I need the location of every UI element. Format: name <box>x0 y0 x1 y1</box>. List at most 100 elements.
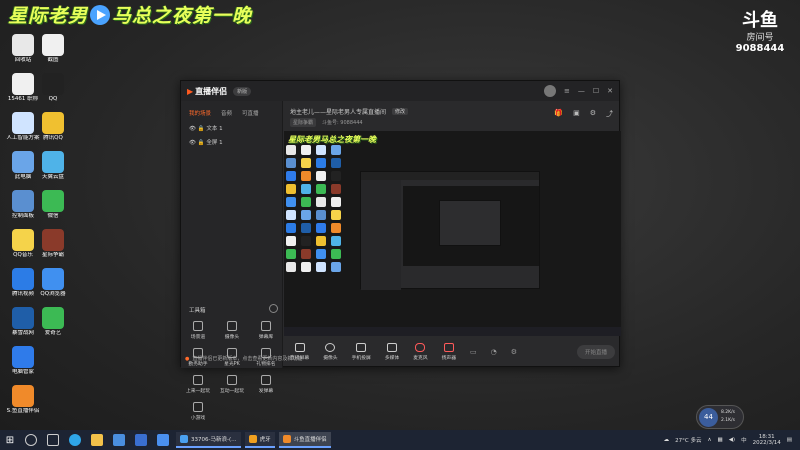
network-speed-widget[interactable]: 44 8.2K/s 2.1K/s <box>696 405 744 429</box>
ime-icon[interactable]: 中 <box>741 436 747 444</box>
scene-item-text[interactable]: 👁 🔒 文本 1 <box>181 121 282 135</box>
scene-item-fullscreen[interactable]: 👁 🔒 全屏 1 <box>181 135 282 149</box>
start-live-button[interactable]: 开始直播 <box>576 345 615 359</box>
menu-icon[interactable]: ≡ <box>564 87 570 95</box>
tool-label: 摄像头 <box>224 335 240 340</box>
file-explorer-icon[interactable] <box>91 434 103 446</box>
camera-button[interactable]: 摄像头 <box>323 343 338 361</box>
weather-text[interactable]: 27°C 多云 <box>675 436 701 444</box>
desktop-icon[interactable]: 15461 职称 <box>6 73 40 102</box>
mail-icon[interactable] <box>135 434 147 446</box>
app-icon <box>12 190 34 212</box>
tool-item[interactable]: 弹幕库 <box>249 317 283 344</box>
preview-mini-icon <box>331 249 341 259</box>
stream-preview[interactable]: 星际老男马总之夜第一晚 <box>284 131 621 336</box>
preview-mini-icon <box>286 171 296 181</box>
desktop-icon[interactable]: 爱奇艺 <box>36 307 70 336</box>
task-item-huya[interactable]: 虎牙 <box>244 432 275 448</box>
preview-mini-icon <box>316 197 326 207</box>
tool-item[interactable]: 小游戏 <box>181 398 215 425</box>
tab-live[interactable]: 可直播 <box>242 109 259 117</box>
preview-mini-icon <box>301 249 311 259</box>
desktop-icon[interactable]: 腾讯视频 <box>6 268 40 297</box>
stream-title-right: 马总之夜第一晚 <box>112 5 253 27</box>
upload-rate: 8.2K/s <box>721 410 735 415</box>
desktop-icon[interactable]: S.鱼直播伴侣 <box>6 385 40 414</box>
clock[interactable]: 18:31 2022/3/14 <box>753 434 781 446</box>
task-item-chat[interactable]: 33706-马新浪-(… <box>176 432 241 448</box>
qq-browser-icon[interactable] <box>157 434 169 446</box>
stream-companion-window: 直播伴侣 新版 ≡ — ☐ ✕ 我的场景 音频 可直播 👁 🔒 文本 1 👁 🔒… <box>180 80 621 421</box>
close-icon[interactable]: ✕ <box>607 87 613 95</box>
edge-icon[interactable] <box>69 434 81 446</box>
avatar[interactable] <box>543 85 556 97</box>
search-icon[interactable] <box>25 434 37 446</box>
room-label: 房间号 <box>746 33 774 43</box>
gear-icon[interactable]: ⚙ <box>511 348 517 356</box>
toolbox-toggle-icon[interactable] <box>269 304 278 313</box>
speaker-button[interactable]: 扬声器 <box>442 343 456 361</box>
preview-mini-icon <box>331 236 341 246</box>
notification-icon[interactable]: ▤ <box>787 437 792 443</box>
tool-item[interactable]: 上来一起玩 <box>181 371 215 398</box>
tool-item[interactable]: 发弹幕 <box>249 371 283 398</box>
volume-icon[interactable]: ◀) <box>729 437 735 443</box>
tab-audio[interactable]: 音频 <box>221 109 232 117</box>
desktop-icon-label: 电脑管家 <box>11 369 34 375</box>
tool-item[interactable]: 互动一起玩 <box>215 371 249 398</box>
record-screen-icon[interactable]: ▭ <box>470 348 477 356</box>
windows-start-icon[interactable]: ⊞ <box>0 435 20 446</box>
edit-title-button[interactable]: 修改 <box>392 108 409 115</box>
store-icon[interactable] <box>113 434 125 446</box>
gift-icon[interactable]: 🎁 <box>554 109 563 119</box>
tool-item[interactable]: 场景道 <box>181 317 215 344</box>
stream-title-left: 星际老男 <box>8 5 89 27</box>
desktop-icon[interactable]: QQ <box>36 73 70 102</box>
category-button[interactable]: 星际争霸 <box>290 118 317 127</box>
phone-cast-button[interactable]: 手机投屏 <box>352 343 371 361</box>
settings-icon[interactable]: ⚙ <box>590 109 596 119</box>
tool-item[interactable]: 摄像头 <box>215 317 249 344</box>
desktop-icon[interactable]: 回收站 <box>6 34 40 63</box>
desktop-icon[interactable]: QQ浏览器 <box>36 268 70 297</box>
desktop-icon[interactable]: 控制面板 <box>6 190 40 219</box>
desktop-icon[interactable]: QQ音乐 <box>6 229 40 258</box>
desktop-icon-label: 腾讯QQ <box>43 135 63 141</box>
timer-icon[interactable]: ◔ <box>491 348 497 356</box>
update-notice[interactable]: 直播伴侣已更新版本，点击查看更新内容及新功能 <box>185 355 302 362</box>
desktop-icon[interactable]: 人工智能方案 <box>6 112 40 141</box>
maximize-icon[interactable]: ☐ <box>593 87 599 95</box>
desktop-icon[interactable]: 星际争霸 <box>36 229 70 258</box>
desktop-icon[interactable]: 暴雪战网 <box>6 307 40 336</box>
media-button[interactable]: 多媒体 <box>385 343 399 361</box>
room-meta-row: 星际争霸 斗鱼号: 9088444 <box>284 118 621 127</box>
version-badge[interactable]: 新版 <box>233 86 252 96</box>
task-view-icon[interactable] <box>47 434 59 446</box>
preview-nested-window <box>360 171 540 290</box>
preview-mini-icon <box>316 236 326 246</box>
desktop-icon[interactable]: 天翼云盘 <box>36 151 70 180</box>
app-icon <box>12 385 34 407</box>
app-icon <box>12 268 34 290</box>
desktop-icon[interactable]: 腾讯QQ <box>36 112 70 141</box>
tray-arrow-icon[interactable]: ∧ <box>707 437 711 443</box>
desktop-icon[interactable]: 此电脑 <box>6 151 40 180</box>
preview-mini-icon <box>316 249 326 259</box>
microphone-button[interactable]: 麦克风 <box>413 343 428 361</box>
task-item-companion[interactable]: 斗鱼直播伴侣 <box>278 432 331 448</box>
desktop-icon-label: 15461 职称 <box>7 96 39 102</box>
preview-mini-icon <box>316 145 326 155</box>
record-icon[interactable]: ▣ <box>573 109 580 119</box>
desktop-icon[interactable]: 微信 <box>36 190 70 219</box>
desktop-icon[interactable]: 电脑管家 <box>6 346 40 375</box>
tool-icon <box>261 321 271 331</box>
weather-icon[interactable]: ☁ <box>664 437 670 443</box>
preview-mini-icon <box>286 145 296 155</box>
memory-percent: 44 <box>699 408 718 427</box>
tab-scenes[interactable]: 我的场景 <box>189 109 211 117</box>
share-icon[interactable]: ⤴ <box>606 109 613 119</box>
network-icon[interactable]: ▦ <box>717 437 722 443</box>
minimize-icon[interactable]: — <box>578 87 585 95</box>
desktop-icon[interactable]: 截图 <box>36 34 70 63</box>
preview-mini-icon <box>301 210 311 220</box>
